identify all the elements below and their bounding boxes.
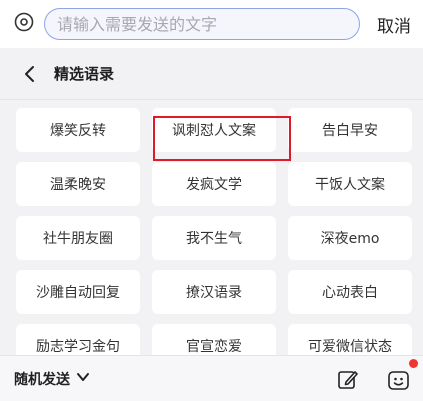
emoji-icon xyxy=(386,371,412,396)
back-button[interactable] xyxy=(18,62,42,86)
chevron-left-icon xyxy=(18,66,42,89)
search-bar: 取消 xyxy=(0,0,423,48)
phrase-item[interactable]: 我不生气 xyxy=(152,216,276,260)
cancel-button[interactable]: 取消 xyxy=(370,8,418,40)
mode-toggle-icon[interactable] xyxy=(14,12,34,32)
notification-dot xyxy=(409,359,418,368)
phrase-grid: 爆笑反转 讽刺怼人文案 告白早安 温柔晚安 发疯文学 干饭人文案 社牛朋友圈 我… xyxy=(16,108,412,368)
random-send-label: 随机发送 xyxy=(14,372,70,388)
bottom-bar: 随机发送 xyxy=(0,355,423,401)
search-input[interactable] xyxy=(44,8,360,40)
page-title: 精选语录 xyxy=(54,65,115,83)
edit-button[interactable] xyxy=(336,367,360,391)
phrase-item[interactable]: 沙雕自动回复 xyxy=(16,270,140,314)
chevron-down-icon xyxy=(76,370,90,388)
random-send-button[interactable]: 随机发送 xyxy=(14,367,90,391)
phrase-item[interactable]: 温柔晚安 xyxy=(16,162,140,206)
phrase-item[interactable]: 深夜emo xyxy=(288,216,412,260)
header: 精选语录 xyxy=(0,48,423,100)
phrase-item[interactable]: 爆笑反转 xyxy=(16,108,140,152)
phrase-item[interactable]: 告白早安 xyxy=(288,108,412,152)
phrase-item[interactable]: 讽刺怼人文案 xyxy=(152,108,276,152)
phrase-item[interactable]: 发疯文学 xyxy=(152,162,276,206)
phrase-item[interactable]: 撩汉语录 xyxy=(152,270,276,314)
phrase-item[interactable]: 心动表白 xyxy=(288,270,412,314)
phrase-item[interactable]: 社牛朋友圈 xyxy=(16,216,140,260)
phrase-item[interactable]: 干饭人文案 xyxy=(288,162,412,206)
emoji-button[interactable] xyxy=(386,367,412,393)
edit-icon xyxy=(336,371,360,394)
